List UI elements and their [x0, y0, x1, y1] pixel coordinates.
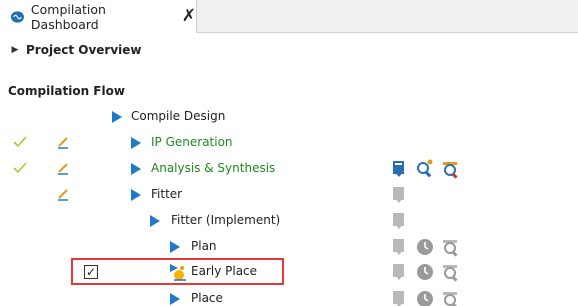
task-label: Fitter (Implement): [171, 213, 281, 227]
task-label: Fitter: [151, 187, 183, 201]
clock-icon: [417, 291, 433, 306]
report-icon: [393, 239, 404, 255]
run-fitter-implement-icon[interactable]: [150, 215, 160, 227]
task-row-compile-design[interactable]: Compile Design: [0, 105, 578, 131]
task-label: Plan: [191, 239, 217, 253]
report-icon: [393, 213, 404, 229]
run-place-icon[interactable]: [170, 293, 180, 305]
run-ip-generation-icon[interactable]: [131, 137, 141, 149]
run-analysis-synthesis-icon[interactable]: [131, 163, 141, 175]
edit-settings-icon[interactable]: [56, 187, 70, 201]
clock-icon: [417, 264, 433, 280]
task-row-ip-generation[interactable]: IP Generation: [0, 131, 578, 157]
tab-title: Compilation Dashboard: [30, 1, 106, 32]
selection-highlight: [71, 258, 284, 285]
timing-analyzer-icon[interactable]: [441, 159, 461, 179]
project-overview-row[interactable]: ▶ Project Overview: [0, 39, 578, 61]
timing-analyzer-icon: [443, 292, 458, 306]
netlist-viewer-icon[interactable]: [415, 159, 435, 179]
report-icon: [393, 187, 404, 203]
tab-bar: Compilation Dashboard ✗: [0, 0, 578, 33]
tab-compilation-dashboard[interactable]: Compilation Dashboard ✗: [0, 0, 197, 33]
timing-analyzer-icon: [443, 240, 458, 257]
brain-chip-icon: [10, 10, 24, 23]
task-label: Compile Design: [131, 109, 226, 123]
task-row-fitter[interactable]: Fitter: [0, 183, 578, 209]
task-row-analysis-synthesis[interactable]: Analysis & Synthesis: [0, 157, 578, 183]
check-icon: [13, 162, 27, 174]
task-label: IP Generation: [151, 135, 233, 149]
clock-icon: [417, 239, 433, 255]
project-overview-label: Project Overview: [26, 43, 142, 57]
run-plan-icon[interactable]: [170, 241, 180, 253]
check-icon: [13, 136, 27, 148]
task-label: Place: [191, 291, 223, 305]
task-row-place[interactable]: Place: [0, 287, 578, 306]
edit-settings-icon[interactable]: [56, 135, 70, 149]
compilation-flow-header: Compilation Flow: [8, 84, 125, 98]
close-tab-icon[interactable]: ✗: [182, 8, 196, 25]
expand-arrow-icon[interactable]: ▶: [0, 45, 22, 55]
report-icon[interactable]: [389, 159, 409, 179]
report-icon: [393, 264, 404, 280]
run-compile-design-icon[interactable]: [112, 111, 122, 123]
timing-analyzer-icon: [443, 265, 458, 282]
task-row-fitter-implement[interactable]: Fitter (Implement): [0, 209, 578, 235]
edit-settings-icon[interactable]: [56, 161, 70, 175]
task-label: Analysis & Synthesis: [151, 161, 276, 175]
report-icon: [393, 291, 404, 306]
run-fitter-icon[interactable]: [131, 189, 141, 201]
